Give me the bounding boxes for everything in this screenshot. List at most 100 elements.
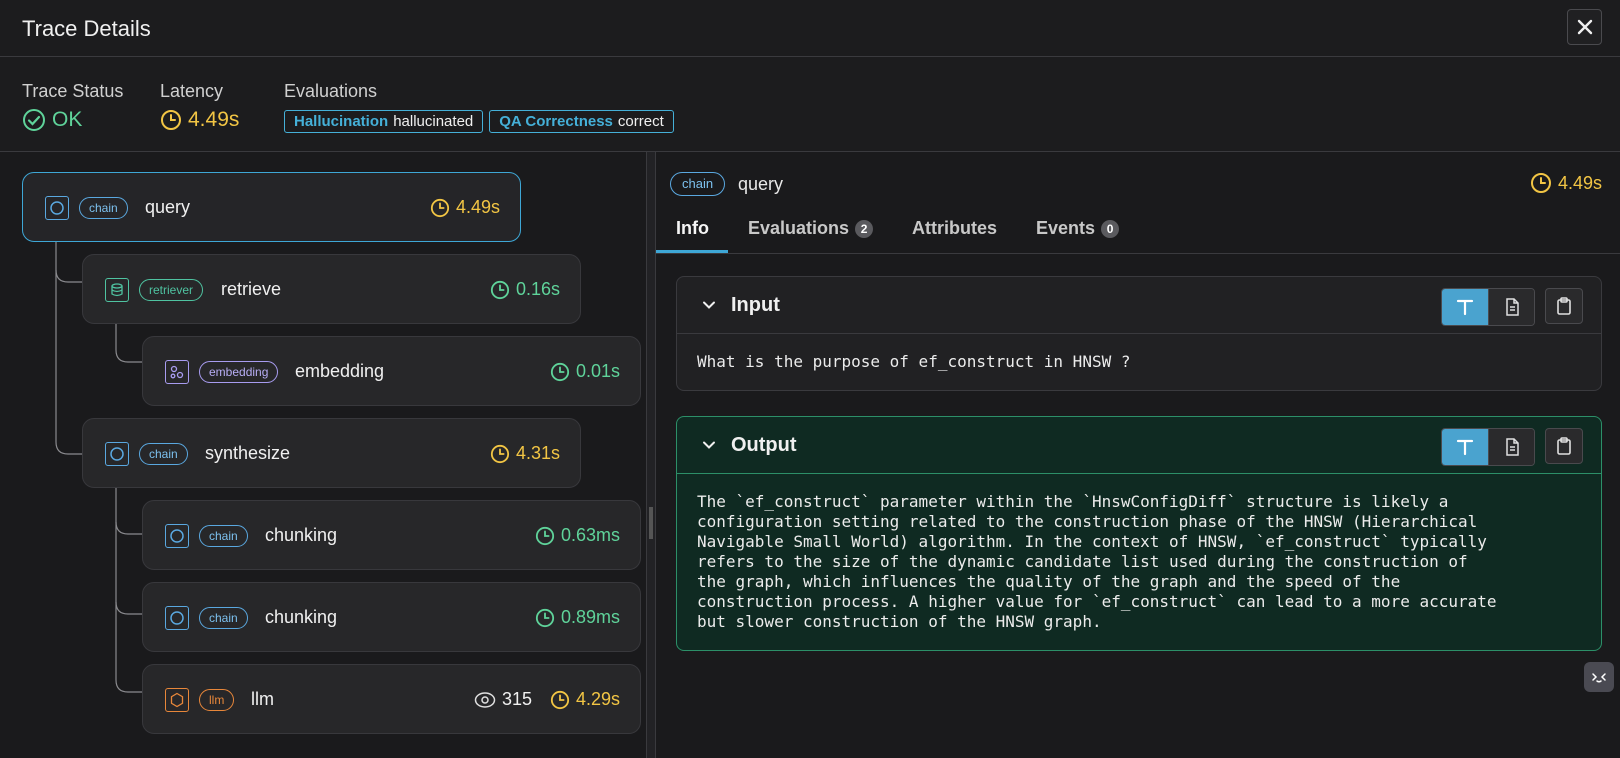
trace-evaluations: Evaluations Hallucination hallucinated QA… [284,81,674,133]
document-view-button[interactable] [1488,289,1534,325]
copy-button[interactable] [1545,288,1583,324]
tab-events[interactable]: Events 0 [1036,218,1120,239]
trace-summary: Trace Status OK Latency 4.49s Evaluation… [0,57,1620,152]
input-text: What is the purpose of ef_construct in H… [697,352,1131,371]
chevron-down-icon[interactable] [701,297,717,313]
span-node-query[interactable]: chain query 4.49s [22,172,521,242]
output-card: Output The `ef_construct` parameter with… [676,416,1602,651]
span-latency: 4.49s [1530,172,1602,194]
tab-info[interactable]: Info [676,218,709,239]
clock-icon [161,110,181,130]
trace-latency: Latency 4.49s [160,81,239,132]
clipboard-icon [1557,297,1571,315]
span-name: retrieve [221,279,282,299]
document-view-button[interactable] [1488,429,1534,465]
span-name: llm [251,689,274,709]
clock-icon [1530,173,1551,193]
span-latency-value: 0.16s [515,279,560,299]
chain-icon [165,524,189,548]
text-view-button[interactable] [1442,289,1488,325]
chain-icon [105,442,129,466]
token-count: 315 [474,689,532,710]
span-name: query [145,197,191,217]
evaluation-badge[interactable]: Hallucination hallucinated [284,110,484,133]
trace-status-value: OK [52,108,83,131]
span-node-llm[interactable]: llm llm 315 4.29s [142,664,641,734]
output-title: Output [731,434,797,456]
evaluation-name: QA Correctness [499,113,613,130]
span-latency: 4.49s [430,197,500,218]
span-detail-panel: chain query 4.49s Info Evaluations 2 Attr… [656,152,1620,758]
text-icon [1456,439,1474,456]
token-count-value: 315 [501,689,532,709]
latency-value: 4.49s [188,108,240,131]
tab-label: Info [676,218,709,238]
detail-tabs: Info Evaluations 2 Attributes Events 0 [656,210,1620,254]
span-kind-badge: chain [139,443,188,465]
span-latency-value: 4.49s [455,197,500,217]
dialog-header: Trace Details [0,0,1620,57]
span-node-chunking[interactable]: chain chunking 0.89ms [142,582,641,652]
embedding-icon [165,360,189,384]
span-title: query [738,174,784,194]
span-latency-value: 4.31s [515,443,560,463]
token-icon [474,691,496,708]
input-title: Input [731,294,780,316]
trace-status-label: Trace Status [22,81,124,101]
tab-label: Events [1036,218,1096,238]
span-kind-badge: chain [79,197,128,219]
close-button[interactable] [1567,9,1602,45]
evaluation-value: hallucinated [393,113,474,130]
llm-icon [165,688,189,712]
document-icon [1505,438,1519,456]
tab-attributes[interactable]: Attributes [912,218,997,239]
span-node-chunking[interactable]: chain chunking 0.63ms [142,500,641,570]
tab-label: Evaluations [748,218,850,238]
span-latency: 4.31s [490,443,560,464]
span-name: chunking [265,607,338,627]
panel-resize-handle[interactable] [646,152,656,758]
span-latency: 0.63ms [535,525,620,546]
clock-icon [490,444,510,463]
text-icon [1456,299,1474,316]
clock-icon [550,362,570,381]
span-latency: 0.01s [550,361,620,382]
close-icon [1577,19,1592,35]
span-tree: chain query 4.49s retriever retrieve 0.1… [0,152,646,758]
view-mode-toggle [1441,428,1535,466]
span-kind-badge: retriever [139,279,204,301]
database-icon [105,278,129,302]
text-view-button[interactable] [1442,429,1488,465]
chain-icon [165,606,189,630]
span-node-retrieve[interactable]: retriever retrieve 0.16s [82,254,581,324]
span-kind-badge: chain [199,607,248,629]
span-name: synthesize [205,443,291,463]
copy-button[interactable] [1545,428,1583,464]
view-mode-toggle [1441,288,1535,326]
span-node-embedding[interactable]: embedding embedding 0.01s [142,336,641,406]
output-text: The `ef_construct` parameter within the … [697,492,1497,631]
assistant-button[interactable] [1584,662,1614,692]
clock-icon [550,690,570,709]
tab-evaluations[interactable]: Evaluations 2 [748,218,874,239]
evaluation-badge[interactable]: QA Correctness correct [489,110,674,133]
tab-count-badge: 0 [1101,219,1120,238]
span-latency: 4.29s [550,689,620,710]
span-latency: 0.16s [490,279,560,300]
span-node-synthesize[interactable]: chain synthesize 4.31s [82,418,581,488]
chevron-down-icon[interactable] [701,437,717,453]
trace-status: Trace Status OK [22,81,123,132]
span-kind-badge: chain [670,172,726,196]
latency-label: Latency [160,81,224,101]
resize-grip-icon [649,507,653,539]
span-latency-value: 0.63ms [560,525,620,545]
clock-icon [490,280,510,299]
span-latency-value: 0.89ms [560,607,620,627]
span-kind-badge: llm [199,689,235,711]
evaluation-name: Hallucination [294,113,389,130]
span-kind-badge: chain [199,525,248,547]
input-card: Input What is the purpose of ef_construc… [676,276,1602,391]
tab-label: Attributes [912,218,997,238]
document-icon [1505,298,1519,316]
check-circle-icon [23,109,45,131]
